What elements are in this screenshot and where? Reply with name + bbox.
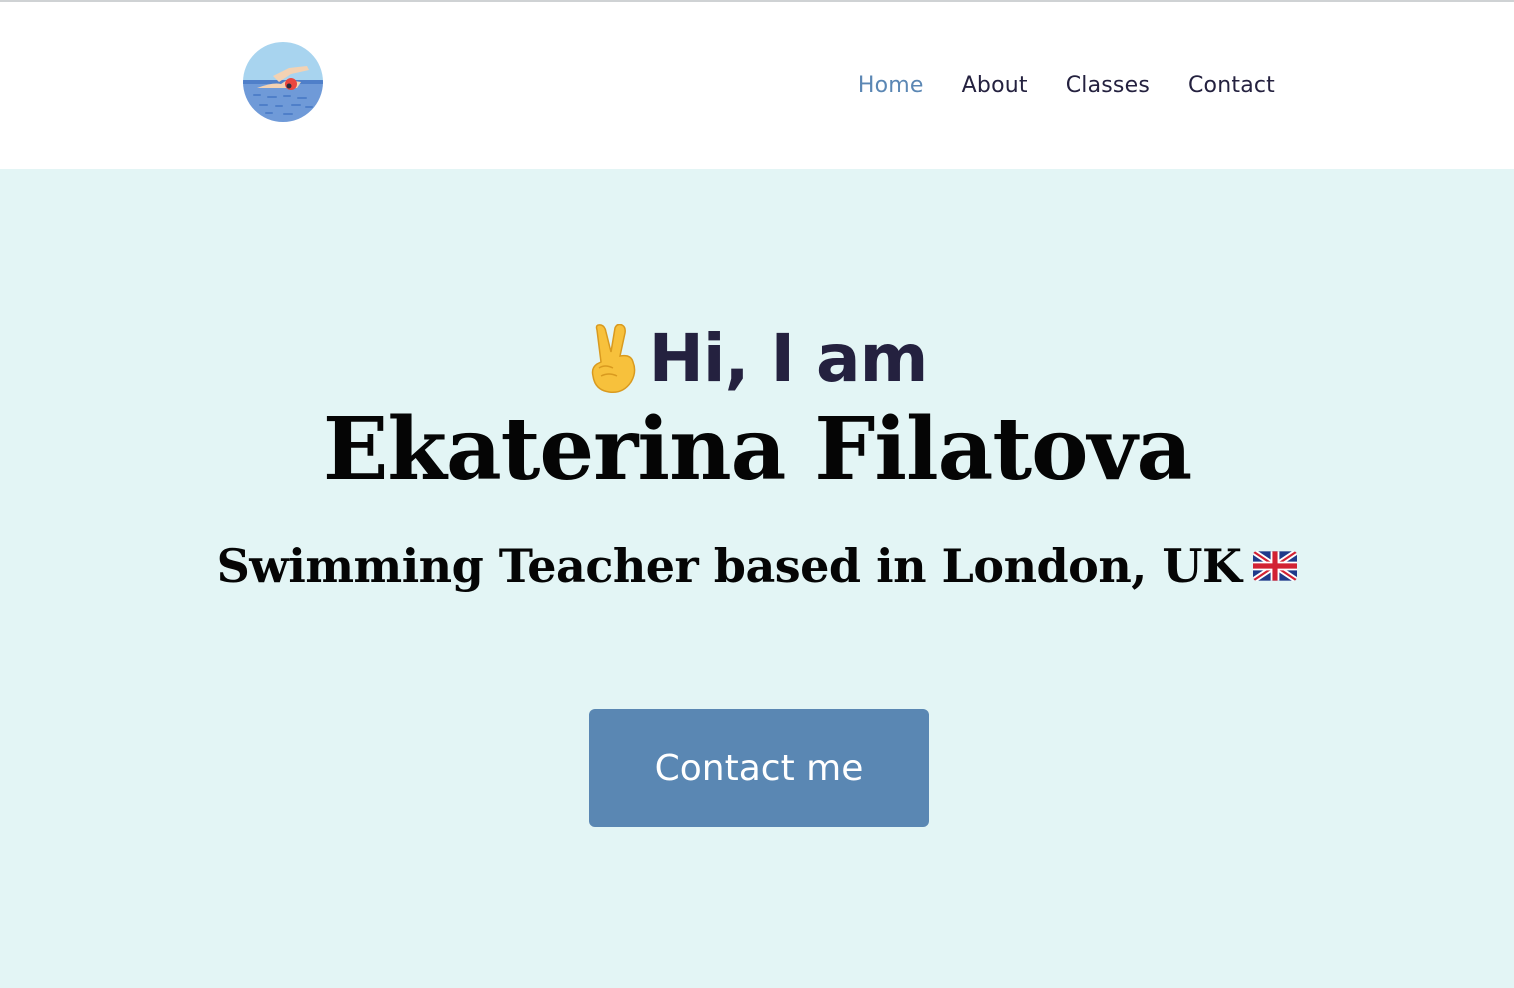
greeting: Hi, I am: [0, 317, 1514, 401]
page: Home About Classes Contact Hi, I am Ekat…: [0, 0, 1514, 988]
main-nav: Home About Classes Contact: [858, 70, 1275, 102]
nav-classes[interactable]: Classes: [1066, 70, 1150, 102]
nav-contact[interactable]: Contact: [1188, 70, 1275, 102]
hero-section: Hi, I am Ekaterina Filatova Swimming Tea…: [0, 169, 1514, 988]
site-header: Home About Classes Contact: [0, 2, 1514, 169]
hero-subtitle: Swimming Teacher based in London, UK: [0, 533, 1514, 599]
hero-name: Ekaterina Filatova: [322, 399, 1192, 500]
nav-about[interactable]: About: [962, 70, 1028, 102]
contact-me-button[interactable]: Contact me: [589, 709, 929, 827]
victory-hand-icon: [587, 323, 641, 394]
nav-home[interactable]: Home: [858, 70, 924, 102]
greeting-text: Hi, I am: [648, 320, 929, 397]
uk-flag-icon: [1253, 551, 1298, 581]
subtitle-text: Swimming Teacher based in London, UK: [216, 539, 1242, 593]
swimmer-icon: [243, 42, 323, 122]
logo-swimmer-icon[interactable]: [243, 42, 323, 122]
